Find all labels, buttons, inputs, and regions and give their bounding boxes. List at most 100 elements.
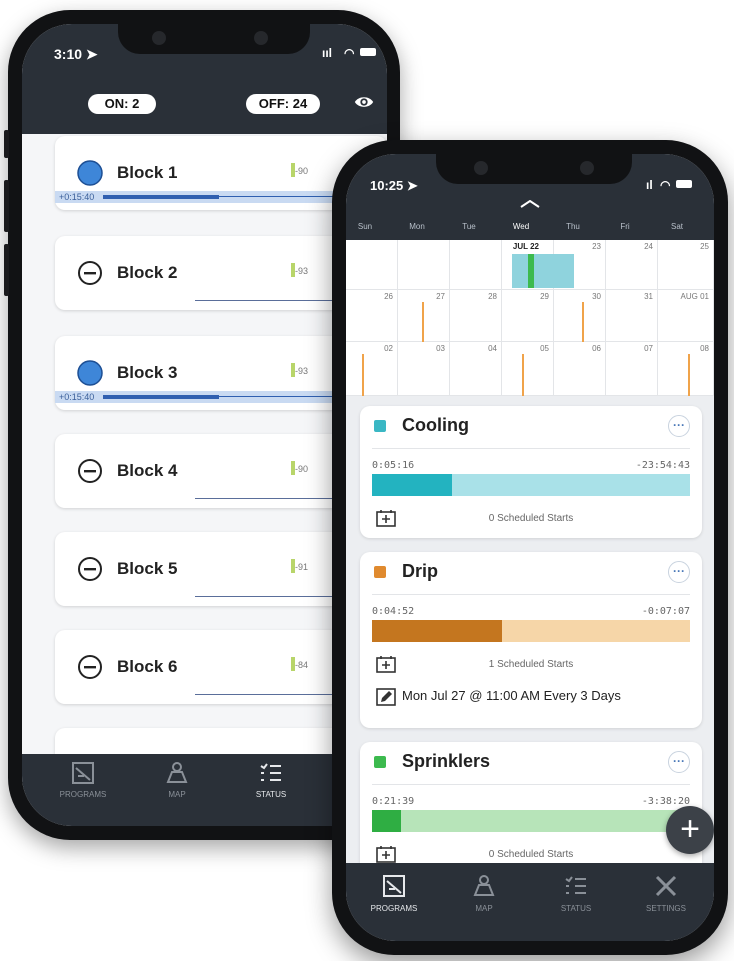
calendar-grid: JUL 22 23 24 25 26 27 28 29 30 31 AUG 01… [346,240,714,396]
programs-screen: 10:25 ➤ ıl ◠ Sun Mon Tue Wed Thu Fri Sat… [346,154,714,941]
tab-label: PROGRAMS [370,904,418,913]
weekday-label: Wed [512,222,530,231]
drip-event[interactable] [688,354,690,396]
tab-map[interactable]: MAP [142,760,212,799]
signal-value: -90 [295,166,309,176]
drip-event[interactable] [362,354,364,396]
calendar-day[interactable]: 03 [398,342,450,396]
signal-value: -93 [295,266,309,276]
calendar-day[interactable] [450,240,502,290]
drip-event[interactable] [422,302,424,342]
signal-icon: ıl [646,178,653,192]
calendar-day[interactable]: 04 [450,342,502,396]
weekday-label: Thu [566,222,580,231]
recurrence-schedule[interactable]: Mon Jul 27 @ 11:00 AM Every 3 Days [402,688,621,703]
block-name: Block 1 [117,163,178,182]
scheduled-starts: 0 Scheduled Starts [488,513,574,524]
edit-schedule-icon[interactable] [376,688,396,706]
cooling-event[interactable] [554,254,574,288]
more-options-button[interactable]: ··· [668,561,690,583]
run-progress-fill [103,195,219,199]
status-time: 3:10 ➤ [54,46,98,62]
calendar-day[interactable]: 08 [658,342,714,396]
tab-status[interactable]: STATUS [236,760,306,799]
calendar-day[interactable]: AUG 01 [658,290,714,342]
program-name: Cooling [402,415,469,435]
eye-icon[interactable] [353,91,375,113]
calendar-day[interactable]: 02 [346,342,398,396]
program-color-swatch [374,566,386,578]
status-off-icon [78,261,102,285]
divider [372,784,690,785]
divider [372,448,690,449]
volume-up-button [4,180,9,232]
calendar-day[interactable]: 23 [554,240,606,290]
calendar-day[interactable]: 30 [554,290,606,342]
program-card-sprinklers[interactable]: Sprinklers ··· 0:21:39 -3:38:20 0 Schedu… [360,742,702,874]
collapse-chevron-icon[interactable] [520,200,540,208]
program-progress-fill [372,620,503,642]
calendar-day[interactable] [398,240,450,290]
tab-label: MAP [475,904,493,913]
program-progress-fill [372,810,401,832]
calendar-header: 10:25 ➤ ıl ◠ Sun Mon Tue Wed Thu Fri Sat [346,154,714,240]
calendar-day[interactable]: 31 [606,290,658,342]
signal-value: -91 [295,562,309,572]
tab-programs[interactable]: PROGRAMS [354,873,434,913]
block-name: Block 6 [117,657,178,676]
status-off-icon [78,655,102,679]
tab-programs[interactable]: PROGRAMS [48,760,118,799]
on-count-pill[interactable]: ON: 2 [88,94,156,114]
scheduled-starts: 0 Scheduled Starts [488,849,574,860]
programs-icon [72,762,94,784]
program-progress-fill [372,474,452,496]
today-label: JUL 22 [512,242,539,251]
drip-event[interactable] [582,302,584,342]
calendar-day[interactable]: 29 [502,290,554,342]
run-timer: +0:15:40 [59,392,95,402]
programs-icon [383,875,405,897]
front-phone: 10:25 ➤ ıl ◠ Sun Mon Tue Wed Thu Fri Sat… [332,140,728,955]
status-list-icon [260,763,281,781]
sprinklers-event[interactable] [528,254,534,288]
tab-settings[interactable]: SETTINGS [626,873,706,913]
weekday-label: Sat [670,222,683,231]
calendar-day[interactable]: 05 [502,342,554,396]
status-on-icon [77,360,103,386]
tab-map[interactable]: MAP [444,873,524,913]
status-time: 10:25 ➤ [370,178,418,193]
calendar-day[interactable]: 26 [346,290,398,342]
program-card-drip[interactable]: Drip ··· 0:04:52 -0:07:07 1 Scheduled St… [360,552,702,728]
calendar-day[interactable]: 06 [554,342,606,396]
program-name: Sprinklers [402,751,491,771]
calendar-day[interactable]: 07 [606,342,658,396]
calendar-day[interactable]: 27 [398,290,450,342]
weekday-label: Tue [462,222,476,231]
calendar-day[interactable]: 25 [658,240,714,290]
add-program-button[interactable]: + [666,806,714,854]
tab-status[interactable]: STATUS [536,873,616,913]
more-options-button[interactable]: ··· [668,751,690,773]
calendar-day[interactable]: 28 [450,290,502,342]
remaining-time: -3:38:20 [641,796,690,807]
program-progress-track [372,620,690,642]
program-color-swatch [374,420,386,432]
mute-switch [4,130,9,158]
block-name: Block 4 [117,461,178,480]
off-count-pill[interactable]: OFF: 24 [246,94,320,114]
more-options-button[interactable]: ··· [668,415,690,437]
drip-event[interactable] [522,354,524,396]
calendar-day-today[interactable]: JUL 22 [502,240,554,290]
map-icon [473,875,495,896]
block-name: Block 2 [117,263,178,282]
program-name: Drip [402,561,438,581]
map-icon [166,762,188,783]
program-card-cooling[interactable]: Cooling ··· 0:05:16 -23:54:43 0 Schedule… [360,406,702,538]
block-name: Block 3 [117,363,178,382]
wifi-icon: ◠ [660,178,671,192]
calendar-day[interactable]: 24 [606,240,658,290]
weekday-label: Fri [620,222,630,231]
calendar-day[interactable] [346,240,398,290]
signal-icon: ııl [322,46,333,60]
weekday-label: Mon [409,222,425,231]
